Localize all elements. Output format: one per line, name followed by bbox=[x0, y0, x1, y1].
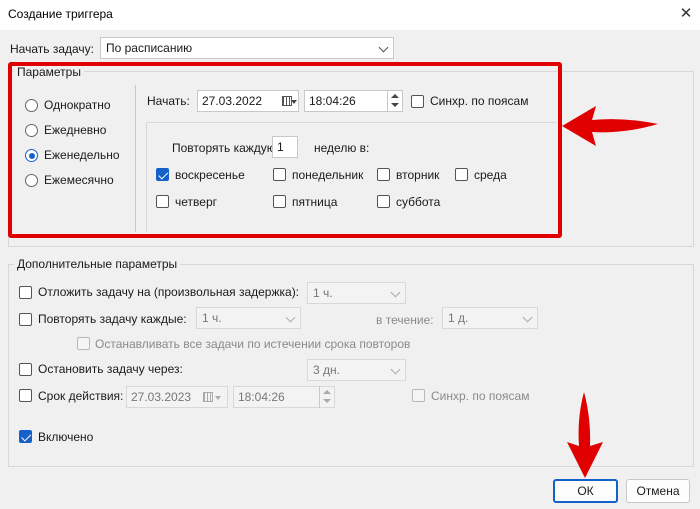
day-friday-label: пятница bbox=[292, 195, 338, 209]
expire-label: Срок действия: bbox=[38, 389, 124, 403]
params-legend: Параметры bbox=[14, 65, 84, 79]
day-saturday-checkbox[interactable] bbox=[377, 195, 390, 208]
start-task-select[interactable]: По расписанию bbox=[100, 37, 394, 59]
repeat-checkbox[interactable] bbox=[19, 313, 32, 326]
day-monday-checkbox[interactable] bbox=[273, 168, 286, 181]
chevron-down-icon bbox=[522, 312, 533, 323]
chevron-down-icon bbox=[390, 364, 401, 375]
day-sunday-label: воскресенье bbox=[175, 168, 245, 182]
window-title: Создание триггера bbox=[8, 7, 113, 21]
sync-timezones-label: Синхр. по поясам bbox=[430, 94, 529, 108]
day-saturday-label: суббота bbox=[396, 195, 441, 209]
cancel-button[interactable]: Отмена bbox=[626, 479, 690, 503]
chevron-down-icon bbox=[285, 312, 296, 323]
radio-weekly[interactable] bbox=[25, 149, 38, 162]
expire-date-picker[interactable]: 27.03.2023 bbox=[126, 386, 228, 408]
day-friday-checkbox[interactable] bbox=[273, 195, 286, 208]
spin-down-icon bbox=[323, 399, 331, 403]
repeat-select[interactable]: 1 ч. bbox=[196, 307, 301, 329]
weeks-on-label: неделю в: bbox=[314, 141, 370, 155]
day-tuesday-label: вторник bbox=[396, 168, 440, 182]
expire-date-value: 27.03.2023 bbox=[131, 390, 192, 404]
radio-daily-label: Ежедневно bbox=[44, 123, 107, 137]
stop-after-select[interactable]: 3 дн. bbox=[307, 359, 406, 381]
radio-once-label: Однократно bbox=[44, 98, 111, 112]
duration-select[interactable]: 1 д. bbox=[442, 307, 538, 329]
arrow-left-icon bbox=[562, 106, 658, 146]
spin-up-icon bbox=[391, 94, 399, 98]
chevron-down-icon bbox=[390, 287, 401, 298]
close-icon[interactable]: ✕ bbox=[676, 3, 696, 25]
stop-after-checkbox[interactable] bbox=[19, 363, 32, 376]
ok-button[interactable]: ОК bbox=[553, 479, 618, 503]
advanced-legend: Дополнительные параметры bbox=[14, 257, 181, 271]
radio-monthly[interactable] bbox=[25, 174, 38, 187]
enabled-checkbox[interactable] bbox=[19, 430, 32, 443]
params-divider bbox=[135, 85, 136, 232]
time-spinner[interactable] bbox=[319, 386, 334, 408]
dropdown-arrow-icon bbox=[291, 100, 297, 104]
dropdown-arrow-icon bbox=[215, 396, 221, 400]
repeat-every-label: Повторять каждую bbox=[172, 141, 276, 155]
repeat-value: 1 ч. bbox=[202, 311, 222, 325]
start-date-value: 27.03.2022 bbox=[202, 94, 263, 108]
expire-time-input[interactable]: 18:04:26 bbox=[233, 386, 335, 408]
arrow-down-icon bbox=[567, 392, 603, 478]
day-wednesday-checkbox[interactable] bbox=[455, 168, 468, 181]
radio-weekly-label: Еженедельно bbox=[44, 148, 120, 162]
repeat-label: Повторять задачу каждые: bbox=[38, 312, 187, 326]
repeat-every-input[interactable]: 1 bbox=[272, 136, 298, 158]
stop-all-label: Останавливать все задачи по истечении ср… bbox=[95, 337, 411, 351]
delay-checkbox[interactable] bbox=[19, 286, 32, 299]
delay-label: Отложить задачу на (произвольная задержк… bbox=[38, 285, 300, 299]
day-thursday-checkbox[interactable] bbox=[156, 195, 169, 208]
start-task-value: По расписанию bbox=[106, 41, 193, 55]
radio-daily[interactable] bbox=[25, 124, 38, 137]
radio-monthly-label: Ежемесячно bbox=[44, 173, 114, 187]
stop-after-label: Остановить задачу через: bbox=[38, 362, 183, 376]
sync-timezones-checkbox[interactable] bbox=[411, 95, 424, 108]
enabled-label: Включено bbox=[38, 430, 94, 444]
weekly-panel-left bbox=[146, 122, 147, 232]
stop-all-checkbox[interactable] bbox=[77, 337, 90, 350]
start-time-input[interactable]: 18:04:26 bbox=[304, 90, 403, 112]
delay-select[interactable]: 1 ч. bbox=[307, 282, 406, 304]
delay-value: 1 ч. bbox=[313, 286, 333, 300]
start-time-value: 18:04:26 bbox=[309, 94, 356, 108]
start-task-label: Начать задачу: bbox=[10, 42, 94, 56]
spin-up-icon bbox=[323, 390, 331, 394]
radio-once[interactable] bbox=[25, 99, 38, 112]
expire-sync-label: Синхр. по поясам bbox=[431, 389, 530, 403]
stop-after-value: 3 дн. bbox=[313, 363, 340, 377]
time-spinner[interactable] bbox=[387, 90, 402, 112]
day-monday-label: понедельник bbox=[292, 168, 364, 182]
weekly-panel-top bbox=[146, 122, 556, 123]
duration-label: в течение: bbox=[376, 313, 434, 327]
duration-value: 1 д. bbox=[448, 311, 469, 325]
day-tuesday-checkbox[interactable] bbox=[377, 168, 390, 181]
chevron-down-icon bbox=[378, 42, 389, 53]
calendar-icon bbox=[203, 392, 213, 402]
expire-sync-checkbox[interactable] bbox=[412, 389, 425, 402]
start-date-picker[interactable]: 27.03.2022 bbox=[197, 90, 299, 112]
repeat-every-value: 1 bbox=[277, 140, 284, 154]
expire-checkbox[interactable] bbox=[19, 389, 32, 402]
spin-down-icon bbox=[391, 103, 399, 107]
day-sunday-checkbox[interactable] bbox=[156, 168, 169, 181]
day-thursday-label: четверг bbox=[175, 195, 217, 209]
start-label: Начать: bbox=[147, 94, 190, 108]
day-wednesday-label: среда bbox=[474, 168, 507, 182]
expire-time-value: 18:04:26 bbox=[238, 390, 285, 404]
